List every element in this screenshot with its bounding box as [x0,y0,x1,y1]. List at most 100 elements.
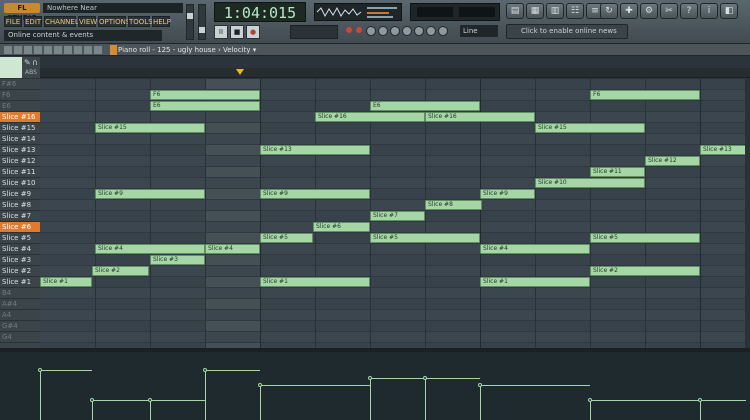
note[interactable]: Slice #7 [370,211,425,221]
menu-file[interactable]: FILE [4,16,22,27]
note[interactable]: Slice #12 [645,156,700,166]
note[interactable]: Slice #11 [590,167,645,177]
menu-view[interactable]: VIEW [78,16,97,27]
settings-icon[interactable]: ⚙ [640,3,658,19]
note[interactable]: Slice #8 [425,200,482,210]
piano-roll-menu-button[interactable] [110,45,117,55]
note[interactable]: E6 [370,101,480,111]
piano-key[interactable]: Slice #7 [0,211,40,222]
piano-key[interactable]: B4 [0,288,40,299]
note[interactable]: Slice #1 [260,277,370,287]
master-volume-slider[interactable] [186,4,194,40]
piano-key[interactable]: Slice #9 [0,189,40,200]
note[interactable]: Slice #2 [92,266,149,276]
metronome-toggle[interactable] [346,27,352,33]
note[interactable]: Slice #5 [370,233,480,243]
piano-key[interactable]: Slice #14 [0,134,40,145]
piano-key[interactable]: Slice #11 [0,167,40,178]
piano-key[interactable]: Slice #12 [0,156,40,167]
note[interactable]: Slice #10 [535,178,645,188]
velocity-handle[interactable] [258,383,262,387]
multilink-toggle[interactable] [426,26,436,36]
menu-options[interactable]: OPTIONS [98,16,130,27]
zoom-tool-icon[interactable] [64,46,72,54]
piano-roll-target[interactable]: Velocity [223,46,250,54]
step-edit-toggle[interactable] [402,26,412,36]
note[interactable]: Slice #1 [480,277,590,287]
mixer-icon[interactable]: ☷ [566,3,584,19]
piano-key[interactable]: F#6 [0,79,40,90]
piano-key[interactable]: Slice #3 [0,255,40,266]
piano-key[interactable]: Slice #1 [0,277,40,288]
velocity-stem[interactable] [260,385,261,420]
piano-key[interactable]: Slice #13 [0,145,40,156]
note[interactable]: Slice #4 [95,244,205,254]
velocity-stem[interactable] [205,370,206,420]
note[interactable]: Slice #9 [260,189,370,199]
piano-key[interactable]: Slice #4 [0,244,40,255]
loop-record-toggle[interactable] [390,26,400,36]
note[interactable]: Slice #3 [150,255,205,265]
song-time-display[interactable]: 1:04:015 [214,2,306,22]
record-button[interactable]: ● [246,25,260,39]
velocity-handle[interactable] [478,383,482,387]
note[interactable]: Slice #16 [315,112,425,122]
plugin-picker-icon[interactable]: ✚ [620,3,638,19]
note[interactable]: Slice #1 [40,277,92,287]
note[interactable]: Slice #13 [260,145,370,155]
note[interactable]: Slice #4 [205,244,260,254]
piano-key[interactable]: F6 [0,90,40,101]
stamp-tool-icon[interactable] [84,46,92,54]
note[interactable]: Slice #5 [260,233,313,243]
draw-tool-icon[interactable] [4,46,12,54]
note[interactable]: Slice #4 [480,244,590,254]
note[interactable]: Slice #2 [590,266,700,276]
velocity-stem[interactable] [590,400,591,420]
master-volume-handle[interactable] [187,13,193,19]
velocity-handle[interactable] [203,368,207,372]
mute-tool-icon[interactable] [34,46,42,54]
velocity-stem[interactable] [700,400,701,420]
velocity-stem[interactable] [370,378,371,420]
piano-key[interactable]: G4 [0,332,40,343]
abs-button[interactable]: ABS [22,68,40,78]
note[interactable]: Slice #13 [700,145,746,155]
pause-button[interactable]: II [214,25,228,39]
note[interactable]: Slice #16 [425,112,535,122]
song-title[interactable]: Nowhere Near [43,3,183,13]
note[interactable]: F6 [590,90,700,100]
piano-key[interactable]: Slice #15 [0,123,40,134]
vertical-scrollbar[interactable] [745,79,750,348]
note[interactable]: Slice #5 [590,233,700,243]
pencil-icon[interactable]: ✎ [24,58,31,67]
piano-key[interactable]: Slice #8 [0,200,40,211]
note-grid[interactable]: Slice #1 Slice #2 Slice #3 Slice #4 Slice #4… [40,79,746,348]
menu-channels[interactable]: CHANNELS [44,16,83,27]
select-tool-icon[interactable] [54,46,62,54]
line-mode-selector[interactable]: Line [460,25,498,37]
dock-icon[interactable]: ◧ [720,3,738,19]
velocity-stem[interactable] [480,385,481,420]
help-icon[interactable]: ? [680,3,698,19]
note[interactable]: Slice #15 [95,123,205,133]
piano-key[interactable]: E6 [0,101,40,112]
master-pitch-slider[interactable] [198,4,206,40]
piano-key[interactable]: A#4 [0,299,40,310]
magnet-icon[interactable]: ∩ [32,58,38,67]
piano-key[interactable]: Slice #16 [0,112,40,123]
playhead-marker[interactable] [236,69,244,75]
step-sequencer-icon[interactable]: ▥ [546,3,564,19]
velocity-handle[interactable] [698,398,702,402]
velocity-handle[interactable] [588,398,592,402]
playback-tool-icon[interactable] [74,46,82,54]
paint-tool-icon[interactable] [14,46,22,54]
velocity-stem[interactable] [40,370,41,420]
velocity-handle[interactable] [368,376,372,380]
typing-keyboard-toggle[interactable] [414,26,424,36]
online-news-box[interactable]: Click to enable online news [506,24,628,39]
velocity-handle[interactable] [38,368,42,372]
velocity-stem[interactable] [92,400,93,420]
piano-key[interactable]: G#4 [0,321,40,332]
menu-help[interactable]: HELP [152,16,171,27]
snap-tool-icon[interactable] [94,46,102,54]
